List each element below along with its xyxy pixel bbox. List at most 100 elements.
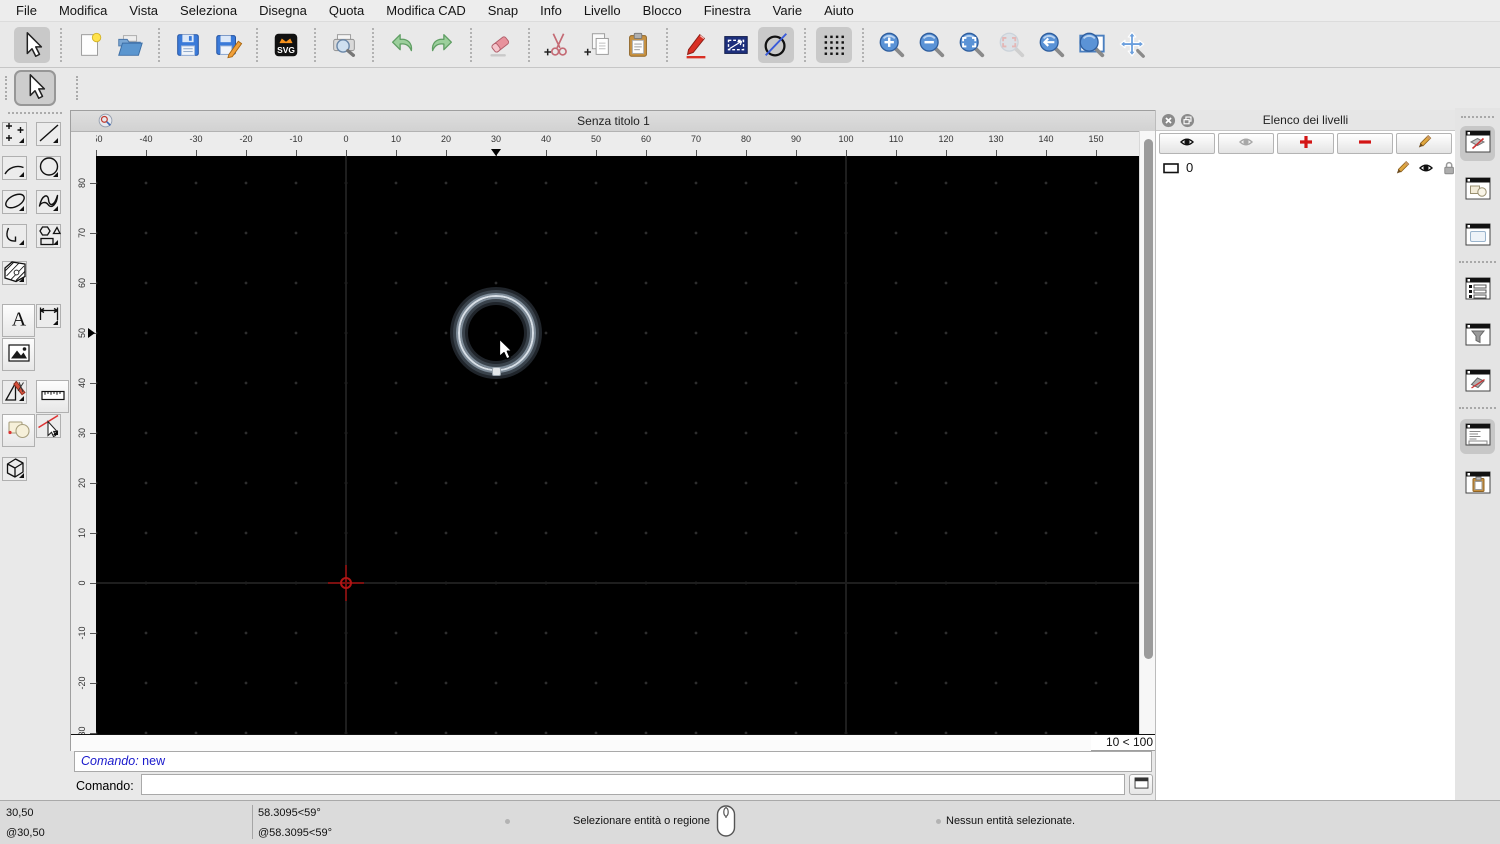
menu-vista[interactable]: Vista — [118, 3, 169, 18]
toolbar-separator — [470, 27, 472, 62]
save-button[interactable] — [170, 27, 206, 63]
show-all-layers-button[interactable] — [1159, 133, 1216, 154]
undo-button[interactable] — [384, 27, 420, 63]
tool-polygon[interactable] — [36, 224, 61, 248]
tool-ellipse[interactable] — [2, 190, 27, 214]
save-as-button[interactable] — [210, 27, 246, 63]
vertical-scrollbar-thumb[interactable] — [1144, 139, 1153, 659]
zoom-redraw-button[interactable] — [994, 27, 1030, 63]
layer-visibility-icon[interactable] — [1418, 160, 1434, 176]
palette-grip[interactable] — [8, 112, 62, 114]
snap-handle[interactable] — [491, 366, 501, 376]
menu-livello[interactable]: Livello — [573, 3, 632, 18]
tool-points[interactable] — [2, 122, 27, 146]
undo-icon — [387, 30, 417, 60]
close-panel-button[interactable] — [1161, 113, 1176, 131]
divide-circle-button[interactable] — [758, 26, 794, 63]
command-input[interactable] — [141, 774, 1125, 795]
menu-blocco[interactable]: Blocco — [632, 3, 693, 18]
zoom-out-button[interactable] — [914, 27, 950, 63]
selection-pointer-button[interactable] — [14, 70, 56, 106]
tool-circle[interactable] — [36, 156, 61, 180]
layer-edit-icon[interactable] — [1394, 160, 1410, 176]
layer-row[interactable]: 0 — [1156, 158, 1455, 178]
menu-snap[interactable]: Snap — [477, 3, 529, 18]
drawing-window-titlebar[interactable]: Senza titolo 1 — [71, 111, 1156, 132]
add-layer-button[interactable] — [1277, 133, 1334, 154]
panel-toggle-clipboard[interactable] — [1460, 467, 1495, 502]
menu-aiuto[interactable]: Aiuto — [813, 3, 865, 18]
open-drawing-button[interactable] — [112, 27, 148, 63]
panel-toggle-layer-list[interactable] — [1460, 273, 1495, 308]
tool-select-entity[interactable] — [36, 414, 61, 438]
panel-toggle-command-line[interactable] — [1460, 419, 1495, 454]
panel-toggle-blocks[interactable] — [1460, 173, 1495, 208]
menu-quota[interactable]: Quota — [318, 3, 375, 18]
panel-toggle-filter[interactable] — [1460, 319, 1495, 354]
hide-all-layers-button[interactable] — [1218, 133, 1275, 154]
redo-button[interactable] — [424, 27, 460, 63]
zoom-window-button[interactable] — [1074, 27, 1110, 63]
menu-varie[interactable]: Varie — [762, 3, 813, 18]
edit-layer-button[interactable] — [1395, 133, 1453, 154]
tool-3d[interactable] — [2, 457, 27, 481]
tool-polyline[interactable] — [2, 224, 27, 248]
tool-dimension[interactable] — [36, 304, 61, 328]
tool-hatch[interactable] — [2, 259, 28, 288]
command-options-button[interactable] — [1129, 774, 1153, 795]
paste-button[interactable] — [620, 27, 656, 63]
tool-modify[interactable] — [2, 380, 27, 404]
tool-text[interactable]: A — [2, 304, 35, 337]
cut-button[interactable] — [540, 27, 576, 63]
select-tool[interactable] — [14, 26, 50, 63]
toolbar-grip[interactable] — [76, 76, 78, 100]
horizontal-scrollbar[interactable] — [71, 734, 1091, 751]
h-ruler-label: 60 — [640, 134, 651, 144]
tool-spline[interactable] — [36, 190, 61, 214]
toolbar-separator — [256, 27, 258, 62]
toolbar-grip[interactable] — [5, 76, 7, 100]
float-panel-button[interactable] — [1180, 113, 1195, 131]
dock-separator — [1459, 261, 1496, 263]
vertical-scrollbar[interactable] — [1139, 131, 1156, 734]
copy-button[interactable] — [580, 27, 616, 63]
toggle-grid-button[interactable] — [816, 26, 852, 63]
tool-measure[interactable] — [36, 380, 69, 413]
menu-finestra[interactable]: Finestra — [693, 3, 762, 18]
drawing-canvas[interactable] — [96, 156, 1139, 734]
menu-seleziona[interactable]: Seleziona — [169, 3, 248, 18]
zoom-auto-button[interactable] — [954, 27, 990, 63]
h-ruler-label: 150 — [1088, 134, 1104, 144]
zoom-pan-button[interactable] — [1114, 27, 1150, 63]
menu-info[interactable]: Info — [529, 3, 573, 18]
hatch-icon — [2, 259, 28, 288]
command-history: Comando: new — [74, 751, 1152, 772]
dock-separator — [1459, 407, 1496, 409]
tool-arc[interactable] — [2, 156, 27, 180]
menu-modifica-cad[interactable]: Modifica CAD — [375, 3, 476, 18]
menu-disegna[interactable]: Disegna — [248, 3, 318, 18]
panel-toggle-pen[interactable] — [1460, 126, 1495, 161]
tool-image[interactable] — [2, 338, 35, 371]
export-svg-button[interactable]: SVG — [268, 27, 304, 63]
zoom-in-button[interactable] — [874, 27, 910, 63]
panel-toggle-inspector[interactable] — [1460, 365, 1495, 400]
h-ruler-label: 130 — [988, 134, 1004, 144]
dock-grip[interactable] — [1461, 116, 1494, 118]
remove-layer-button[interactable] — [1336, 133, 1393, 154]
circle-entity[interactable] — [458, 295, 534, 371]
print-preview-button[interactable] — [326, 27, 362, 63]
zoom-window-icon — [1077, 30, 1107, 60]
restore-icon — [1180, 113, 1195, 131]
edit-attributes-button[interactable] — [678, 27, 714, 63]
tool-line[interactable] — [36, 122, 61, 146]
delete-button[interactable] — [482, 27, 518, 63]
panel-toggle-library[interactable] — [1460, 219, 1495, 254]
menu-modifica[interactable]: Modifica — [48, 3, 118, 18]
tool-info[interactable] — [2, 414, 35, 447]
select-window-button[interactable] — [718, 27, 754, 63]
cut-icon — [543, 30, 573, 60]
zoom-previous-button[interactable] — [1034, 27, 1070, 63]
new-drawing-button[interactable] — [72, 27, 108, 63]
menu-file[interactable]: File — [5, 3, 48, 18]
